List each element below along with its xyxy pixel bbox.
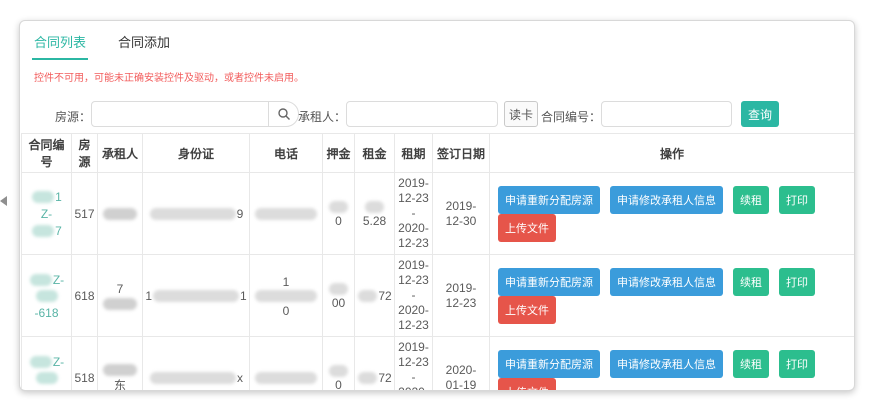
- redacted-blur: [255, 208, 317, 220]
- actions-cell: 申请重新分配房源申请修改承租人信息续租打印上传文件: [490, 173, 855, 255]
- lease-term-cell: 2019-12-23-2020-12-23: [395, 337, 433, 392]
- redacted-blur: [255, 290, 317, 302]
- phone-cell: [250, 173, 323, 255]
- tab-contract-list[interactable]: 合同列表: [32, 28, 88, 60]
- print-button[interactable]: 打印: [779, 268, 815, 296]
- contract-no-cell: Z--518: [22, 337, 72, 392]
- page: 合同列表 合同添加 控件不可用，可能未正确安装控件及驱动，或者控件未启用。 房源…: [0, 0, 894, 417]
- sign-date-cell: 2019-12-23: [433, 255, 490, 337]
- redacted-blur: [103, 364, 137, 376]
- redacted-blur: [329, 365, 348, 377]
- redacted-blur: [103, 208, 137, 220]
- rent-cell: 5.28: [355, 173, 395, 255]
- reassign-house-button[interactable]: 申请重新分配房源: [498, 186, 600, 214]
- id-card-cell: 11: [143, 255, 250, 337]
- upload-file-button[interactable]: 上传文件: [498, 378, 556, 392]
- house-label: 房源：: [34, 108, 91, 125]
- lease-term-cell: 2019-12-23-2020-12-23: [395, 173, 433, 255]
- column-header: 押金: [323, 134, 355, 173]
- redacted-blur: [329, 283, 348, 295]
- table-row: Z--6186187111000722019-12-23-2020-12-232…: [22, 255, 855, 337]
- contract-no-link[interactable]: 1 Z-7: [24, 188, 69, 238]
- redacted-blur: [30, 274, 52, 286]
- contract-no-input[interactable]: [601, 101, 732, 127]
- modify-tenant-info-button[interactable]: 申请修改承租人信息: [610, 350, 723, 378]
- collapse-arrow-icon[interactable]: [0, 196, 7, 206]
- lease-term-cell: 2019-12-23-2020-12-23: [395, 255, 433, 337]
- redacted-blur: [329, 201, 348, 213]
- contracts-table: 合同编号房源承租人身份证电话押金租金租期签订日期操作 1 Z-7517905.2…: [21, 133, 855, 391]
- column-header: 操作: [490, 134, 855, 173]
- deposit-cell: 0: [323, 173, 355, 255]
- column-header: 租期: [395, 134, 433, 173]
- redacted-blur: [150, 372, 236, 384]
- search-form: 房源： 承租人： 读卡 合同编号： 查询: [20, 101, 854, 129]
- column-header: 签订日期: [433, 134, 490, 173]
- modify-tenant-info-button[interactable]: 申请修改承租人信息: [610, 186, 723, 214]
- renew-lease-button[interactable]: 续租: [733, 268, 769, 296]
- contract-no-cell: 1 Z-7: [22, 173, 72, 255]
- contract-no-cell: Z--618: [22, 255, 72, 337]
- column-header: 合同编号: [22, 134, 72, 173]
- contract-no-link[interactable]: Z--518: [24, 353, 69, 391]
- redacted-blur: [32, 225, 54, 237]
- upload-file-button[interactable]: 上传文件: [498, 214, 556, 242]
- sign-date-cell: 2019-12-30: [433, 173, 490, 255]
- print-button[interactable]: 打印: [779, 350, 815, 378]
- deposit-cell: 0: [323, 337, 355, 392]
- tenant-cell: [98, 173, 143, 255]
- redacted-blur: [32, 191, 54, 203]
- column-header: 电话: [250, 134, 323, 173]
- renew-lease-button[interactable]: 续租: [733, 186, 769, 214]
- tenant-cell: 7: [98, 255, 143, 337]
- phone-cell: [250, 337, 323, 392]
- query-button[interactable]: 查询: [741, 101, 779, 127]
- tab-contract-add[interactable]: 合同添加: [116, 28, 172, 60]
- redacted-blur: [255, 372, 317, 384]
- contract-no-link[interactable]: Z--618: [24, 271, 69, 321]
- reassign-house-button[interactable]: 申请重新分配房源: [498, 350, 600, 378]
- column-header: 房源: [72, 134, 98, 173]
- column-header: 租金: [355, 134, 395, 173]
- redacted-blur: [36, 372, 58, 384]
- deposit-cell: 00: [323, 255, 355, 337]
- actions-cell: 申请重新分配房源申请修改承租人信息续租打印上传文件: [490, 255, 855, 337]
- redacted-blur: [358, 372, 377, 384]
- rent-cell: 72: [355, 255, 395, 337]
- table-row: 1 Z-7517 905.282019-12-23-2020-12-232019-…: [22, 173, 855, 255]
- tenant-label: 承租人：: [289, 108, 346, 125]
- rent-cell: 72: [355, 337, 395, 392]
- redacted-blur: [36, 290, 58, 302]
- house-cell: 518: [72, 337, 98, 392]
- house-cell: 618: [72, 255, 98, 337]
- redacted-blur: [153, 290, 239, 302]
- id-card-cell: 9: [143, 173, 250, 255]
- redacted-blur: [365, 201, 384, 213]
- tab-bar: 合同列表 合同添加: [20, 21, 854, 60]
- tenant-cell: 东: [98, 337, 143, 392]
- id-card-cell: x: [143, 337, 250, 392]
- sign-date-cell: 2020-01-19: [433, 337, 490, 392]
- plugin-warning-text: 控件不可用，可能未正确安装控件及驱动，或者控件未启用。: [34, 69, 854, 84]
- column-header: 承租人: [98, 134, 143, 173]
- phone-cell: 10: [250, 255, 323, 337]
- column-header: 身份证: [143, 134, 250, 173]
- modify-tenant-info-button[interactable]: 申请修改承租人信息: [610, 268, 723, 296]
- contract-no-label: 合同编号：: [524, 108, 601, 125]
- table-row: Z--518518东x 0722019-12-23-2020-12-232020-…: [22, 337, 855, 392]
- house-cell: 517: [72, 173, 98, 255]
- renew-lease-button[interactable]: 续租: [733, 350, 769, 378]
- tenant-input[interactable]: [346, 101, 498, 127]
- reassign-house-button[interactable]: 申请重新分配房源: [498, 268, 600, 296]
- actions-cell: 申请重新分配房源申请修改承租人信息续租打印上传文件: [490, 337, 855, 392]
- table-header-row: 合同编号房源承租人身份证电话押金租金租期签订日期操作: [22, 134, 855, 173]
- print-button[interactable]: 打印: [779, 186, 815, 214]
- redacted-blur: [30, 356, 52, 368]
- contract-panel: 合同列表 合同添加 控件不可用，可能未正确安装控件及驱动，或者控件未启用。 房源…: [19, 20, 855, 391]
- house-input[interactable]: [91, 101, 269, 127]
- upload-file-button[interactable]: 上传文件: [498, 296, 556, 324]
- redacted-blur: [103, 298, 137, 310]
- redacted-blur: [150, 208, 236, 220]
- redacted-blur: [358, 290, 377, 302]
